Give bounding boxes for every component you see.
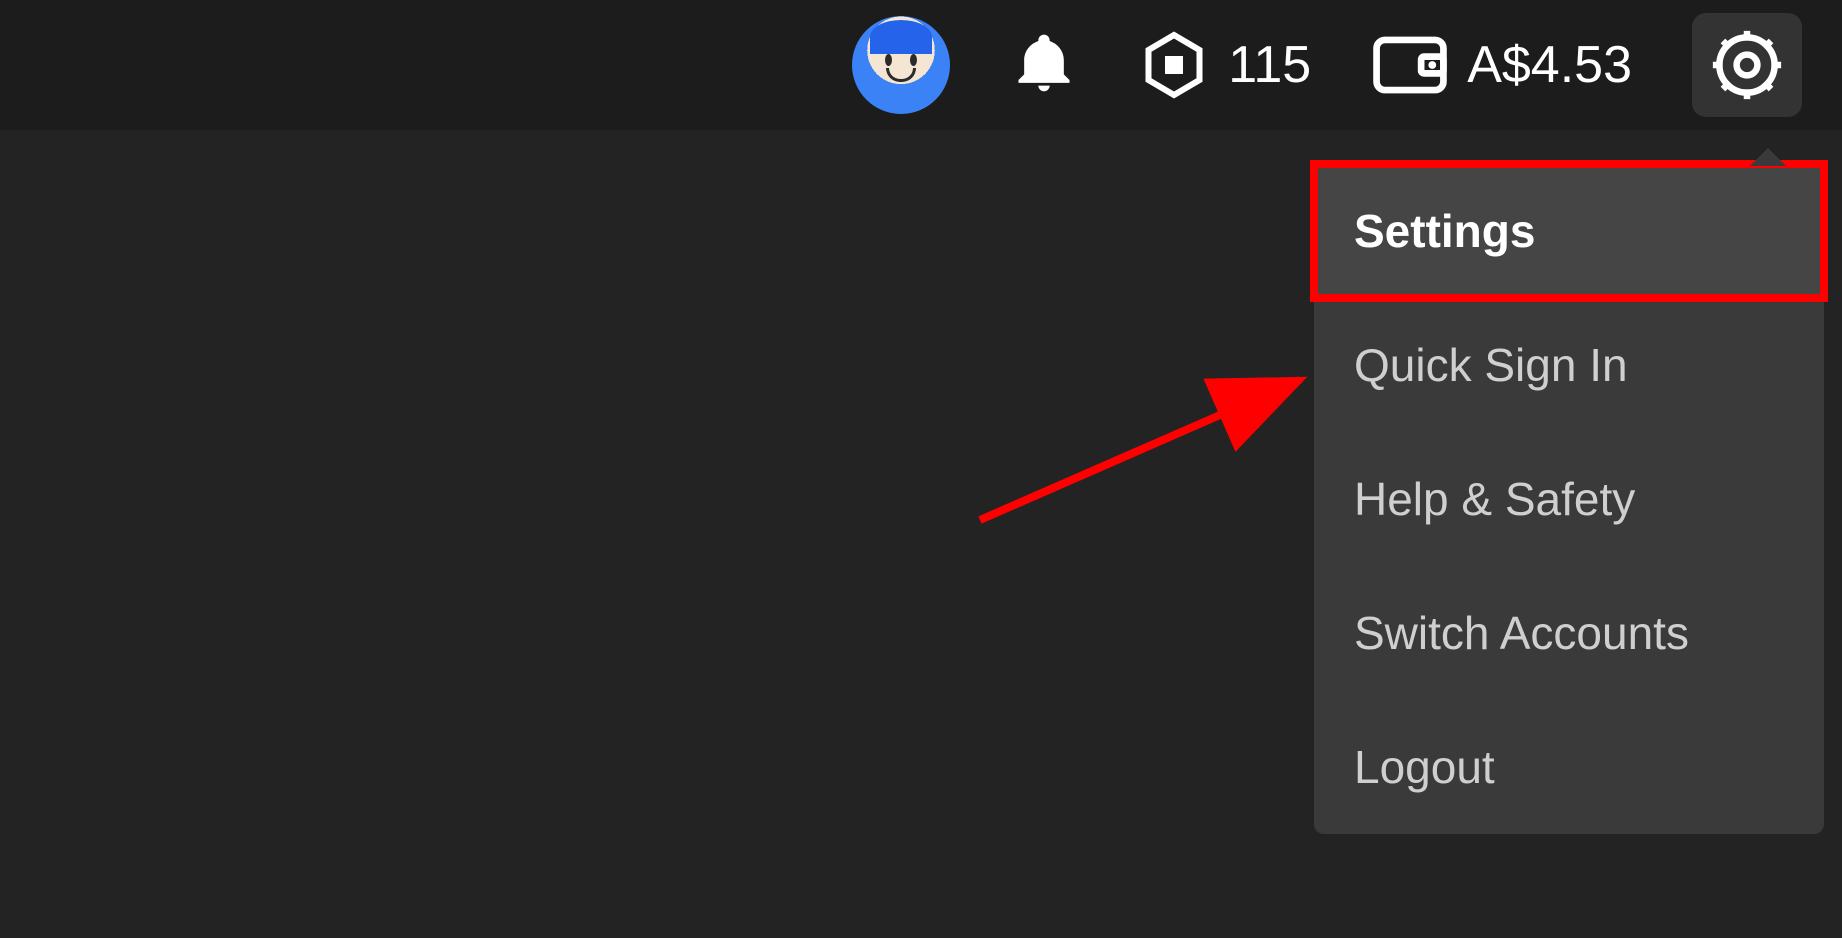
settings-gear-button[interactable] xyxy=(1692,13,1802,117)
annotation-arrow xyxy=(960,350,1340,550)
settings-dropdown-menu: Settings Quick Sign In Help & Safety Swi… xyxy=(1314,164,1824,834)
content-area: Settings Quick Sign In Help & Safety Swi… xyxy=(0,130,1842,938)
robux-icon xyxy=(1138,29,1210,101)
menu-item-logout[interactable]: Logout xyxy=(1314,700,1824,834)
menu-item-label: Logout xyxy=(1354,741,1495,793)
wallet-balance[interactable]: A$4.53 xyxy=(1371,34,1632,96)
menu-item-label: Help & Safety xyxy=(1354,473,1635,525)
menu-item-label: Quick Sign In xyxy=(1354,339,1628,391)
menu-item-settings[interactable]: Settings xyxy=(1314,164,1824,298)
user-avatar[interactable] xyxy=(852,16,950,114)
menu-item-quick-sign-in[interactable]: Quick Sign In xyxy=(1314,298,1824,432)
bell-icon xyxy=(1010,29,1078,97)
wallet-amount: A$4.53 xyxy=(1467,35,1632,95)
menu-item-label: Switch Accounts xyxy=(1354,607,1689,659)
robux-count: 115 xyxy=(1228,35,1311,95)
avatar-face xyxy=(852,54,950,82)
notifications-button[interactable] xyxy=(1010,29,1078,102)
menu-item-label: Settings xyxy=(1354,205,1535,257)
gear-icon xyxy=(1708,26,1786,104)
menu-item-switch-accounts[interactable]: Switch Accounts xyxy=(1314,566,1824,700)
menu-item-help-safety[interactable]: Help & Safety xyxy=(1314,432,1824,566)
top-navigation-bar: 115 A$4.53 xyxy=(0,0,1842,130)
wallet-icon xyxy=(1371,34,1449,96)
robux-balance[interactable]: 115 xyxy=(1138,29,1311,101)
